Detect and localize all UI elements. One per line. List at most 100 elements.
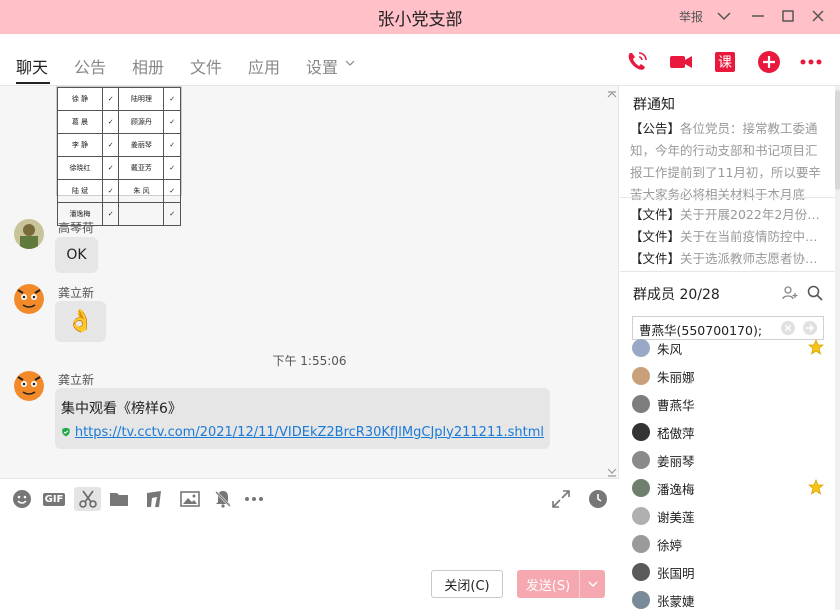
message-bubble[interactable]: OK [55, 237, 98, 273]
tab-settings[interactable]: 设置 [306, 54, 338, 78]
avatar[interactable] [632, 591, 650, 609]
verified-shield-icon [62, 427, 70, 437]
next-arrow-icon[interactable] [803, 321, 817, 335]
table-row: 陆 斌 ✓ 朱 风 ✓ [57, 179, 181, 203]
member-item[interactable]: 谢美莲 [632, 502, 832, 530]
history-clock-icon[interactable] [586, 487, 610, 511]
message-bubble[interactable]: 集中观看《榜样6》 https://tv.cctv.com/2021/12/11… [55, 388, 550, 449]
member-item[interactable]: 张国明 [632, 558, 832, 586]
collapse-down-icon[interactable] [606, 466, 618, 478]
avatar[interactable] [632, 507, 650, 525]
table-cell: 李 静 [57, 133, 103, 157]
emoji-message-bubble[interactable]: 👌 [55, 301, 106, 342]
table-cell: 戴亚芳 [118, 156, 165, 180]
divider [620, 197, 840, 198]
member-name: 徐婷 [657, 537, 683, 553]
chat-area[interactable]: 徐 静 ✓ 陆明理 ✓ 葛 晨 ✓ 顾源丹 ✓ 李 静 ✓ 姜丽琴 ✓ 徐晓红 ✓ 戴亚芳 ✓ 陆 斌 ✓ 朱 风 ✓… [0, 86, 619, 478]
avatar[interactable] [632, 367, 650, 385]
music-icon[interactable] [142, 487, 166, 511]
report-button[interactable]: 举报 [679, 8, 703, 25]
avatar[interactable] [632, 423, 650, 441]
mute-bell-icon[interactable] [211, 487, 235, 511]
tab-bar: 聊天 公告 相册 文件 应用 设置 课 [0, 34, 840, 86]
table-cell: 顾源丹 [118, 110, 165, 134]
add-member-icon[interactable] [782, 285, 798, 301]
send-label[interactable]: 发送(S) [517, 575, 579, 594]
member-item[interactable]: 曹燕华 [632, 390, 832, 418]
table-cell: 徐晓红 [57, 156, 103, 180]
expand-icon[interactable] [549, 487, 573, 511]
avatar[interactable] [632, 395, 650, 413]
chevron-down-icon[interactable] [345, 58, 355, 68]
close-icon[interactable] [808, 6, 828, 26]
sender-name: 高琴荷 [58, 221, 95, 235]
file-notice[interactable]: 【文件】关于在当前疫情防控中进... [630, 226, 826, 245]
avatar[interactable] [632, 451, 650, 469]
more-dots-icon[interactable] [242, 487, 266, 511]
course-label: 课 [718, 55, 732, 71]
file-notice[interactable]: 【文件】关于开展2022年2月份主... [630, 204, 826, 223]
send-button[interactable]: 发送(S) [517, 570, 605, 598]
table-cell: ✓ [163, 110, 181, 134]
tab-apps[interactable]: 应用 [248, 54, 280, 78]
member-name: 谢美莲 [657, 509, 695, 525]
avatar[interactable] [632, 535, 650, 553]
member-name: 张蒙婕 [657, 593, 695, 609]
chevron-down-icon[interactable] [714, 6, 734, 26]
avatar[interactable] [632, 563, 650, 581]
active-tab-indicator [16, 82, 50, 84]
table-cell: ✓ [101, 202, 120, 226]
table-cell: 徐 静 [57, 87, 103, 111]
scrollbar-thumb[interactable] [835, 90, 840, 190]
minimize-icon[interactable] [748, 6, 768, 26]
folder-icon[interactable] [107, 487, 131, 511]
table-cell: ✓ [101, 156, 120, 180]
member-item[interactable]: 潘逸梅 [632, 474, 832, 502]
table-cell: ✓ [163, 156, 181, 180]
tab-album[interactable]: 相册 [132, 54, 164, 78]
screenshot-scissors-icon[interactable] [74, 487, 101, 511]
member-item[interactable]: 朱风 [632, 334, 832, 362]
message-link[interactable]: https://tv.cctv.com/2021/12/11/VIDEkZ2Br… [75, 425, 544, 440]
table-row: 徐晓红 ✓ 戴亚芳 ✓ [57, 156, 181, 180]
phone-call-icon[interactable] [625, 50, 649, 74]
close-button[interactable]: 关闭(C) [431, 570, 503, 598]
video-call-icon[interactable] [669, 50, 693, 74]
avatar[interactable] [632, 339, 650, 357]
chevron-down-icon[interactable] [580, 579, 605, 589]
input-toolbar: GIF [0, 478, 619, 518]
more-icon[interactable] [799, 50, 823, 74]
maximize-icon[interactable] [778, 6, 798, 26]
emoji-icon[interactable] [10, 487, 34, 511]
member-item[interactable]: 张蒙婕 [632, 586, 832, 610]
avatar[interactable] [14, 219, 44, 249]
shared-table-image[interactable]: 徐 静 ✓ 陆明理 ✓ 葛 晨 ✓ 顾源丹 ✓ 李 静 ✓ 姜丽琴 ✓ 徐晓红 ✓ 戴亚芳 ✓ 陆 斌 ✓ 朱 风 ✓… [56, 86, 182, 226]
member-name: 张国明 [657, 565, 695, 581]
title-bar: 张小党支部 举报 [0, 0, 840, 34]
notice-tag: 【公告】 [630, 121, 681, 136]
member-item[interactable]: 朱丽娜 [632, 362, 832, 390]
collapse-up-icon[interactable] [606, 88, 618, 100]
avatar[interactable] [632, 479, 650, 497]
tab-files[interactable]: 文件 [190, 54, 222, 78]
table-row: 李 静 ✓ 姜丽琴 ✓ [57, 133, 181, 157]
add-icon[interactable] [757, 50, 781, 74]
avatar[interactable] [14, 284, 44, 314]
image-icon[interactable] [178, 487, 202, 511]
gif-icon[interactable]: GIF [42, 487, 66, 511]
member-item[interactable]: 嵇傲萍 [632, 418, 832, 446]
member-item[interactable]: 徐婷 [632, 530, 832, 558]
tab-chat[interactable]: 聊天 [16, 54, 48, 78]
clear-icon[interactable] [781, 321, 795, 335]
course-icon[interactable]: 课 [713, 50, 737, 74]
avatar[interactable] [14, 371, 44, 401]
table-cell [118, 202, 165, 226]
search-icon[interactable] [807, 285, 823, 301]
file-notice[interactable]: 【文件】关于选派教师志愿者协助... [630, 248, 826, 267]
table-cell: 陆明理 [118, 87, 165, 111]
message-timestamp: 下午 1:55:06 [272, 354, 347, 368]
group-notice[interactable]: 【公告】各位党员：接常教工委通知，今年的行动支部和书记项目汇报工作提前到了11月… [630, 118, 826, 206]
table-cell: ✓ [101, 110, 120, 134]
tab-announcement[interactable]: 公告 [74, 54, 106, 78]
member-item[interactable]: 姜丽琴 [632, 446, 832, 474]
